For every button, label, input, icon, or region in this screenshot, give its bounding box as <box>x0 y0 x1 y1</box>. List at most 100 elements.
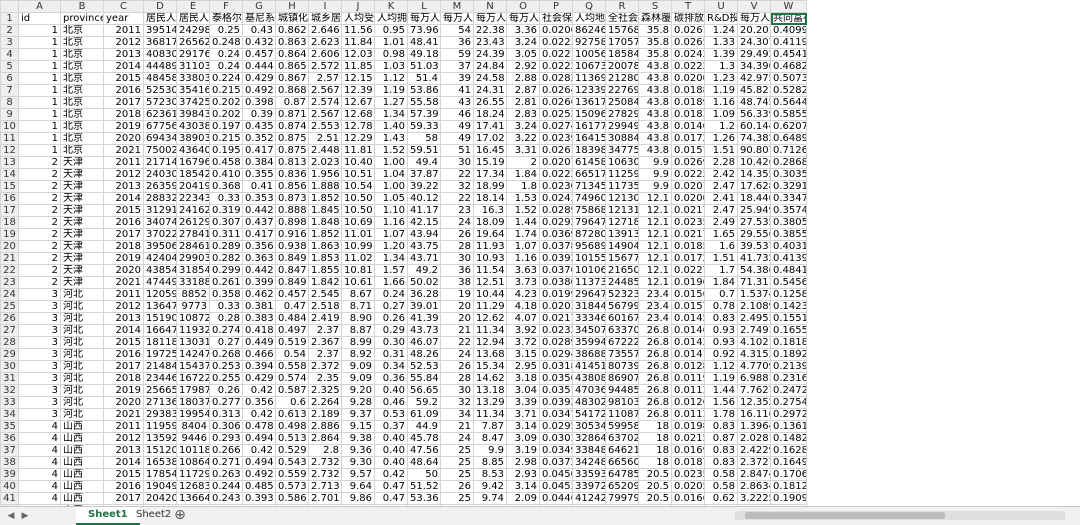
data-cell[interactable]: 1.44 <box>704 384 738 397</box>
data-cell[interactable]: 0.42 <box>242 408 276 421</box>
data-cell[interactable]: 49.4 <box>407 156 441 169</box>
data-cell[interactable]: 3.14 <box>506 420 540 433</box>
data-cell[interactable]: 43038 <box>176 120 210 133</box>
row-header[interactable]: 28 <box>0 336 19 349</box>
data-cell[interactable]: 36 <box>440 36 474 49</box>
data-cell[interactable]: 0.038099 <box>539 276 573 289</box>
data-cell[interactable]: 53.36 <box>407 492 441 505</box>
data-cell[interactable]: 2 <box>18 228 61 241</box>
row-header[interactable]: 32 <box>0 384 19 397</box>
data-cell[interactable]: 32 <box>440 180 474 193</box>
header-cell[interactable]: 森林覆盖率 <box>638 12 672 25</box>
data-cell[interactable]: 45.78 <box>407 432 441 445</box>
data-cell[interactable]: 24030 <box>143 168 177 181</box>
data-cell[interactable]: 1.52 <box>374 144 408 157</box>
data-cell[interactable]: 32 <box>440 396 474 409</box>
data-cell[interactable]: 0.92 <box>704 348 738 361</box>
data-cell[interactable]: 2.42 <box>704 168 738 181</box>
data-cell[interactable]: 0.545612 <box>770 276 807 289</box>
data-cell[interactable]: 0.030352 <box>539 432 573 445</box>
data-cell[interactable]: 0.019932 <box>539 288 573 301</box>
data-cell[interactable]: 1.44 <box>506 216 540 229</box>
data-cell[interactable]: 12.78 <box>341 120 375 133</box>
data-cell[interactable]: 10118 <box>176 444 210 457</box>
data-cell[interactable]: 4.18 <box>506 300 540 313</box>
data-cell[interactable]: 天津 <box>60 192 104 205</box>
data-cell[interactable]: 天津 <box>60 156 104 169</box>
data-cell[interactable]: 0.018907 <box>671 96 705 109</box>
data-cell[interactable]: 北京 <box>60 84 104 97</box>
data-cell[interactable]: 24298 <box>176 24 210 37</box>
data-cell[interactable]: 11.01 <box>341 228 375 241</box>
data-cell[interactable]: 0.018728 <box>671 456 705 469</box>
data-cell[interactable]: 73.96 <box>407 24 441 37</box>
data-cell[interactable]: 1.00 <box>374 180 408 193</box>
header-cell[interactable]: 城乡居民收 <box>308 12 342 25</box>
data-cell[interactable]: 157680.95 <box>605 24 639 37</box>
data-cell[interactable]: 0.849 <box>275 252 309 265</box>
data-cell[interactable]: 1.39 <box>704 48 738 61</box>
data-cell[interactable]: 0.306 <box>209 420 243 433</box>
data-cell[interactable]: 35.8 <box>638 24 672 37</box>
data-cell[interactable]: 12.1 <box>638 216 672 229</box>
data-cell[interactable]: 8.92 <box>341 348 375 361</box>
data-cell[interactable]: 101068 <box>572 264 606 277</box>
data-cell[interactable]: 2.57 <box>308 72 342 85</box>
header-cell[interactable]: 人均受教 <box>341 12 375 25</box>
data-cell[interactable]: 0.36 <box>374 372 408 385</box>
data-cell[interactable]: 3.31 <box>506 144 540 157</box>
data-cell[interactable]: 0.574 <box>275 372 309 385</box>
data-cell[interactable]: 0.014575 <box>671 312 705 325</box>
data-cell[interactable]: 1.12 <box>704 360 738 373</box>
data-cell[interactable]: 106301.43 <box>605 156 639 169</box>
data-cell[interactable]: 1.853 <box>308 252 342 265</box>
data-cell[interactable]: 1.16 <box>374 216 408 229</box>
row-header[interactable]: 22 <box>0 264 19 277</box>
data-cell[interactable]: 1 <box>18 120 61 133</box>
data-cell[interactable]: 11932 <box>176 324 210 337</box>
data-cell[interactable]: 94485.68 <box>605 384 639 397</box>
data-cell[interactable]: 0.034785 <box>539 408 573 421</box>
data-cell[interactable]: 2.545 <box>308 288 342 301</box>
data-cell[interactable]: 23.4 <box>638 300 672 313</box>
data-cell[interactable]: 7.762723 <box>737 384 771 397</box>
data-cell[interactable]: 43.8 <box>638 144 672 157</box>
data-cell[interactable]: 1.19 <box>374 84 408 97</box>
data-cell[interactable]: 天津 <box>60 180 104 193</box>
data-cell[interactable]: 0.39 <box>242 108 276 121</box>
data-cell[interactable]: 1.33 <box>704 36 738 49</box>
header-cell[interactable]: 人均地区生 <box>572 12 606 25</box>
data-cell[interactable]: 0.202 <box>209 108 243 121</box>
selected-cell[interactable]: 共同富裕指数 <box>770 12 807 25</box>
data-cell[interactable]: 0.98 <box>374 48 408 61</box>
data-cell[interactable]: 57230 <box>143 96 177 109</box>
data-cell[interactable]: 2013 <box>103 312 144 325</box>
data-cell[interactable]: 0.78 <box>704 300 738 313</box>
data-cell[interactable]: 75868 <box>572 204 606 217</box>
data-cell[interactable]: 10.93 <box>473 252 507 265</box>
data-cell[interactable]: 29383 <box>143 408 177 421</box>
data-cell[interactable]: 11.56 <box>341 24 375 37</box>
data-cell[interactable]: 2015 <box>103 72 144 85</box>
data-cell[interactable]: 山西 <box>60 432 104 445</box>
data-cell[interactable]: 9.64 <box>341 480 375 493</box>
data-cell[interactable]: 2014 <box>103 324 144 337</box>
data-cell[interactable]: 12.62 <box>473 312 507 325</box>
data-cell[interactable]: 0.42 <box>242 444 276 457</box>
data-cell[interactable]: 0.83 <box>704 312 738 325</box>
data-cell[interactable]: 河北 <box>60 396 104 409</box>
data-cell[interactable]: 20.5 <box>638 480 672 493</box>
data-cell[interactable]: 0.411937 <box>770 36 807 49</box>
data-cell[interactable]: 2.367 <box>308 336 342 349</box>
data-cell[interactable]: 0.363 <box>242 252 276 265</box>
data-cell[interactable]: 1.74 <box>506 228 540 241</box>
data-cell[interactable]: 22 <box>440 192 474 205</box>
data-cell[interactable]: 4 <box>18 480 61 493</box>
data-cell[interactable]: 3.04 <box>506 384 540 397</box>
data-cell[interactable]: 24.58 <box>473 72 507 85</box>
data-cell[interactable]: 0.02675 <box>671 24 705 37</box>
data-cell[interactable]: 38903 <box>176 132 210 145</box>
data-cell[interactable]: 2013 <box>103 48 144 61</box>
data-cell[interactable]: 2018 <box>103 240 144 253</box>
data-cell[interactable]: 24162 <box>176 204 210 217</box>
